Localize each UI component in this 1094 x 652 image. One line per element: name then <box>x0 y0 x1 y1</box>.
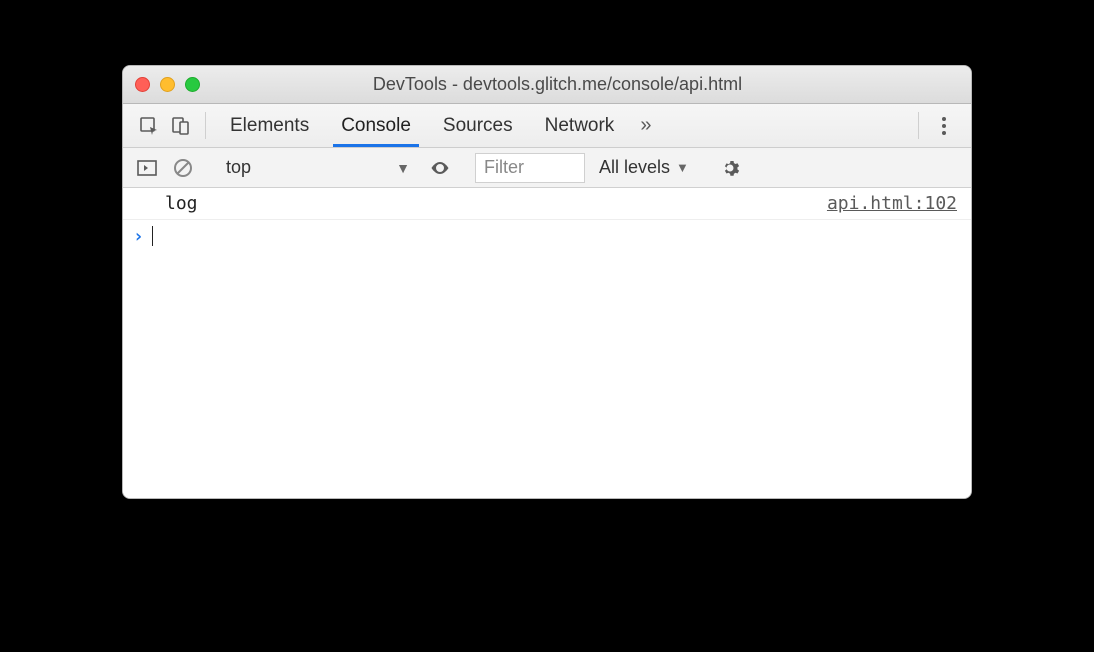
panel-tabs: Elements Console Sources Network <box>214 104 630 147</box>
caret-down-icon: ▼ <box>396 160 410 176</box>
filter-input[interactable]: Filter <box>475 153 585 183</box>
inspect-element-icon[interactable] <box>133 104 165 147</box>
console-output: log api.html:102 › <box>123 188 971 498</box>
caret-down-icon: ▼ <box>676 160 689 175</box>
live-expression-icon[interactable] <box>426 154 454 182</box>
console-toolbar: top ▼ Filter All levels ▼ <box>123 148 971 188</box>
window-title: DevTools - devtools.glitch.me/console/ap… <box>156 74 959 95</box>
tabs-overflow-button[interactable]: » <box>630 104 661 147</box>
console-settings-icon[interactable] <box>716 154 744 182</box>
console-source-link[interactable]: api.html:102 <box>827 193 957 214</box>
tab-console[interactable]: Console <box>325 104 427 147</box>
divider <box>918 112 919 139</box>
levels-label: All levels <box>599 157 670 178</box>
console-row[interactable]: log api.html:102 <box>123 188 971 220</box>
tab-label: Elements <box>230 115 309 137</box>
close-window-button[interactable] <box>135 77 150 92</box>
tab-elements[interactable]: Elements <box>214 104 325 147</box>
context-label: top <box>226 157 251 178</box>
toggle-sidebar-icon[interactable] <box>133 154 161 182</box>
tab-sources[interactable]: Sources <box>427 104 529 147</box>
main-menu-button[interactable] <box>927 104 961 147</box>
console-prompt[interactable]: › <box>123 220 971 252</box>
prompt-chevron-icon: › <box>133 226 144 247</box>
console-message: log <box>137 193 198 214</box>
context-selector[interactable]: top ▼ <box>218 153 418 183</box>
tab-label: Console <box>341 115 411 137</box>
tab-label: Sources <box>443 115 513 137</box>
device-toolbar-icon[interactable] <box>165 104 197 147</box>
tab-label: Network <box>545 115 615 137</box>
filter-placeholder: Filter <box>484 157 524 178</box>
tab-network[interactable]: Network <box>529 104 631 147</box>
chevron-right-double-icon: » <box>640 114 651 137</box>
titlebar: DevTools - devtools.glitch.me/console/ap… <box>123 66 971 104</box>
main-tabstrip: Elements Console Sources Network » <box>123 104 971 148</box>
text-cursor <box>152 226 154 246</box>
devtools-window: DevTools - devtools.glitch.me/console/ap… <box>122 65 972 499</box>
divider <box>205 112 206 139</box>
log-levels-selector[interactable]: All levels ▼ <box>593 157 695 178</box>
clear-console-icon[interactable] <box>169 154 197 182</box>
